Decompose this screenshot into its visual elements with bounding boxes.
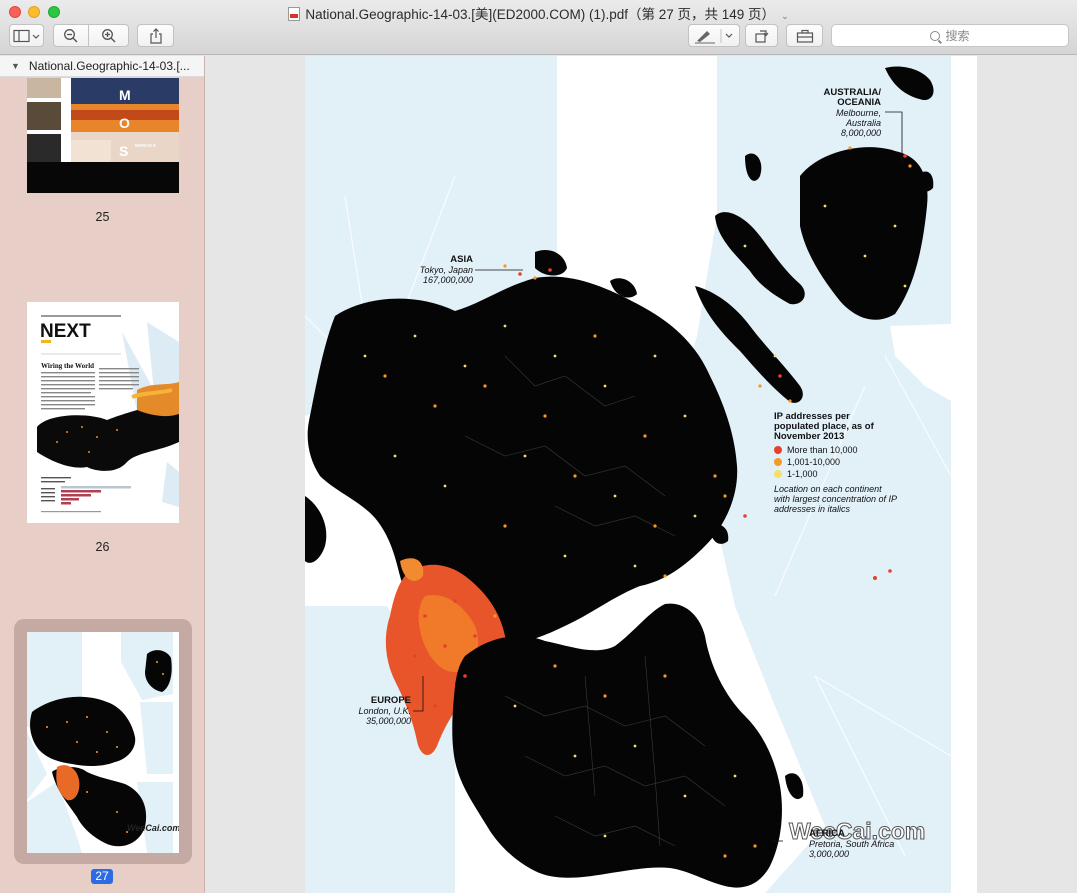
window-title: National.Geographic-14-03.[美](ED2000.COM…	[0, 3, 1077, 23]
markup-button[interactable]	[688, 24, 740, 47]
zoom-out-button[interactable]	[53, 24, 89, 47]
thumbnail-page-27-image: WeeCai.com	[27, 632, 179, 853]
window-titlebar: National.Geographic-14-03.[美](ED2000.COM…	[0, 0, 1077, 55]
sidebar-view-button[interactable]	[9, 24, 44, 47]
share-button[interactable]	[137, 24, 174, 47]
search-placeholder: 搜索	[945, 29, 970, 43]
legend-item-low: 1-1,000	[774, 469, 818, 479]
thumbnail-page-25[interactable]: M O S MARCH 9	[27, 78, 179, 193]
toolbox-button[interactable]	[786, 24, 823, 47]
asia-count: 167,000,000	[422, 275, 473, 285]
legend-title: IP addresses per populated place, as of …	[774, 411, 874, 442]
thumbnail-page-26-image: NEXT Wiring the World	[27, 302, 179, 523]
page-number-25[interactable]: 25	[0, 210, 204, 224]
pdf-page-27: AUSTRALIA/ OCEANIA Melbourne, Australia …	[305, 56, 977, 893]
europe-callout: EUROPE London, U.K. 35,000,000	[347, 695, 411, 727]
thumbnail-letter-m: M	[119, 87, 131, 103]
thumbnail-letter-o: O	[119, 115, 130, 131]
legend-label-high: More than 10,000	[787, 445, 858, 455]
document-view[interactable]: AUSTRALIA/ OCEANIA Melbourne, Australia …	[206, 56, 1077, 893]
asia-city: Tokyo, Japan	[419, 265, 473, 275]
pen-markup-icon	[695, 28, 733, 43]
legend-item-high: More than 10,000	[774, 445, 858, 455]
thumbnail-page-27[interactable]: WeeCai.com	[27, 632, 179, 853]
asia-callout: ASIA Tokyo, Japan 167,000,000	[405, 254, 473, 286]
legend-item-mid: 1,001-10,000	[774, 457, 840, 467]
australia-country: Australia	[845, 118, 881, 128]
europe-count: 35,000,000	[365, 716, 411, 726]
page-number-27-selected[interactable]: 27	[91, 869, 113, 884]
legend-label-low: 1-1,000	[787, 469, 818, 479]
legend-label-mid: 1,001-10,000	[787, 457, 841, 467]
legend-dot-red-icon	[774, 446, 782, 454]
legend-note: Location on each continent with largest …	[774, 484, 897, 514]
africa-city: Pretoria, South Africa	[809, 839, 895, 849]
australia-city: Melbourne,	[835, 108, 881, 118]
thumbnail-date: MARCH 9	[135, 143, 156, 148]
share-icon	[149, 27, 162, 44]
page-number-26[interactable]: 26	[0, 540, 204, 554]
australia-callout: AUSTRALIA/ OCEANIA Melbourne, Australia …	[803, 88, 881, 139]
sidebar-document-name: National.Geographic-14-03.[...	[28, 59, 190, 73]
thumbnail-letter-s: S	[119, 143, 128, 159]
australia-count: 8,000,000	[840, 128, 881, 138]
europe-city: London, U.K.	[358, 706, 411, 716]
thumbnail-watermark: WeeCai.com	[127, 823, 179, 833]
legend-dot-yellow-icon	[774, 470, 782, 478]
search-field[interactable]: 搜索	[831, 24, 1069, 47]
oceania-title: OCEANIA	[837, 97, 881, 108]
africa-callout: AFRICA Pretoria, South Africa 3,000,000	[809, 828, 929, 860]
pdf-file-icon	[288, 7, 301, 21]
thumbnail-wiring-heading: Wiring the World	[41, 362, 94, 370]
zoom-in-icon	[101, 28, 115, 42]
africa-title: AFRICA	[809, 828, 845, 839]
toolbox-icon	[796, 29, 813, 43]
zoom-out-icon	[64, 28, 78, 42]
zoom-in-button[interactable]	[89, 24, 129, 47]
search-icon	[930, 30, 941, 41]
ip-address-world-map	[305, 56, 952, 893]
thumbnail-page-26[interactable]: NEXT Wiring the World	[27, 302, 179, 523]
europe-title: EUROPE	[370, 695, 411, 706]
sidebar-icon	[12, 29, 39, 42]
rotate-button[interactable]	[745, 24, 778, 47]
title-chevron-down-icon[interactable]: ⌄	[781, 11, 789, 21]
sidebar-document-header[interactable]: ▼ National.Geographic-14-03.[...	[0, 56, 204, 77]
thumbnail-sidebar[interactable]: ▼ National.Geographic-14-03.[... M O S M…	[0, 56, 205, 893]
rotate-icon	[754, 29, 768, 43]
window-title-text: National.Geographic-14-03.[美](ED2000.COM…	[305, 7, 776, 22]
thumbnail-page-25-image: M O S MARCH 9	[27, 78, 179, 193]
thumbnail-next-heading: NEXT	[40, 321, 91, 342]
asia-title: ASIA	[450, 254, 473, 265]
legend-dot-orange-icon	[774, 458, 782, 466]
africa-count: 3,000,000	[809, 849, 850, 859]
disclosure-triangle-icon[interactable]: ▼	[11, 61, 20, 71]
